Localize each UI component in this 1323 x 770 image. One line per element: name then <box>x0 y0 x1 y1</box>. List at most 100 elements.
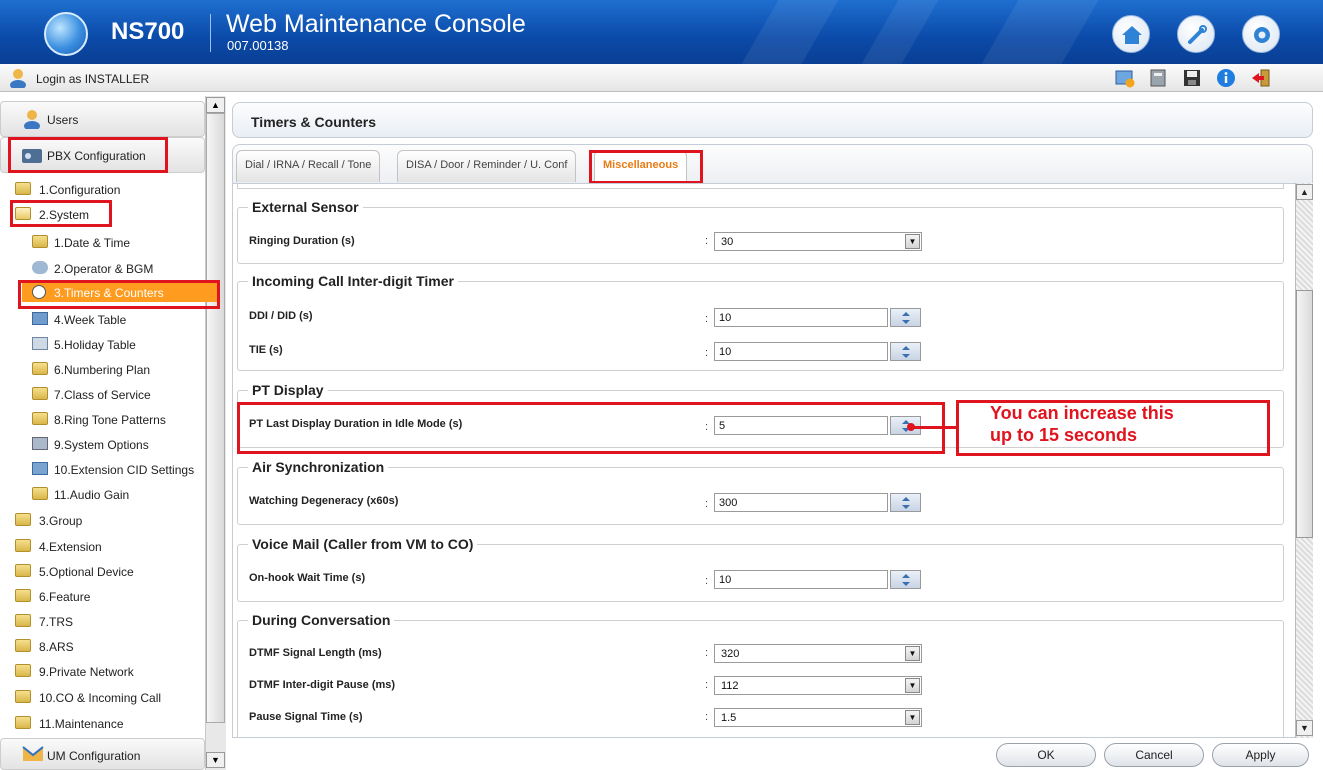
sidebar-item-extension[interactable]: 4.Extension <box>0 534 205 559</box>
sidebar-item-extension-cid[interactable]: 10.Extension CID Settings <box>0 457 205 482</box>
page-title: Timers & Counters <box>251 114 376 130</box>
sidebar-item-label: 7.Class of Service <box>54 388 151 402</box>
folder-icon <box>15 614 31 627</box>
sidebar-item-system-options[interactable]: 9.System Options <box>0 432 205 457</box>
sidebar-scroll-down[interactable]: ▼ <box>206 752 225 768</box>
field-separator: : <box>705 679 709 691</box>
form-content: External Sensor Ringing Duration (s) : 3… <box>232 183 1313 738</box>
sidebar-item-label: 4.Extension <box>39 540 102 554</box>
dtmf-signal-length-select[interactable]: 320 ▼ <box>714 644 922 663</box>
sidebar-scroll-thumb[interactable] <box>206 113 225 723</box>
phonebook-icon[interactable] <box>1148 68 1170 88</box>
watching-degeneracy-spinner[interactable] <box>890 493 921 512</box>
highlight-timers-counters <box>18 280 220 309</box>
watching-degeneracy-input[interactable]: 300 <box>714 493 888 512</box>
sidebar-item-operator-bgm[interactable]: 2.Operator & BGM <box>0 256 205 281</box>
sidebar-item-numbering-plan[interactable]: 6.Numbering Plan <box>0 357 205 382</box>
folder-icon <box>32 487 48 500</box>
sidebar-item-co-incoming[interactable]: 10.CO & Incoming Call <box>0 685 205 710</box>
onhook-wait-input[interactable]: 10 <box>714 570 888 589</box>
operator-icon <box>32 261 48 274</box>
folder-icon <box>32 235 48 248</box>
callout-text: You can increase this up to 15 seconds <box>990 402 1260 446</box>
field-label: Pause Signal Time (s) <box>249 711 363 723</box>
field-label: On-hook Wait Time (s) <box>249 572 366 584</box>
sidebar-scroll-up[interactable]: ▲ <box>206 97 225 113</box>
onhook-wait-spinner[interactable] <box>890 570 921 589</box>
sidebar-item-maintenance[interactable]: 11.Maintenance <box>0 711 205 736</box>
sidebar-item-configuration[interactable]: 1.Configuration <box>0 177 205 202</box>
tie-spinner[interactable] <box>890 342 921 361</box>
ok-button[interactable]: OK <box>996 743 1096 767</box>
sidebar-item-label: 1.Date & Time <box>54 236 131 250</box>
callout-line-2: up to 15 seconds <box>990 425 1138 445</box>
ringing-duration-select[interactable]: 30 ▼ <box>714 232 922 251</box>
sidebar-item-label: 8.ARS <box>39 640 74 654</box>
options-icon <box>32 437 48 450</box>
sidebar-item-label: 5.Holiday Table <box>54 338 136 352</box>
home-icon <box>1122 26 1142 44</box>
group-title: Incoming Call Inter-digit Timer <box>252 273 454 289</box>
cancel-button[interactable]: Cancel <box>1104 743 1204 767</box>
content-scroll-down[interactable]: ▼ <box>1296 720 1313 736</box>
sidebar-item-holiday-table[interactable]: 5.Holiday Table <box>0 332 205 357</box>
spinner-arrows-icon <box>902 497 910 509</box>
maintenance-icon[interactable] <box>1114 68 1136 88</box>
ddi-did-input[interactable]: 10 <box>714 308 888 327</box>
product-name: NS700 <box>111 18 185 45</box>
highlight-system <box>10 200 112 227</box>
sidebar-item-ars[interactable]: 8.ARS <box>0 634 205 659</box>
sidebar-item-week-table[interactable]: 4.Week Table <box>0 307 205 332</box>
group-title: Air Synchronization <box>252 459 385 475</box>
login-bar: Login as INSTALLER <box>0 64 1323 92</box>
field-separator: : <box>705 711 709 723</box>
field-separator: : <box>705 347 709 359</box>
content-scroll-up[interactable]: ▲ <box>1296 184 1313 200</box>
pause-signal-time-select[interactable]: 1.5 ▼ <box>714 708 922 727</box>
table-icon <box>32 312 48 325</box>
sidebar-item-trs[interactable]: 7.TRS <box>0 609 205 634</box>
field-separator: : <box>705 235 709 247</box>
group-voice-mail: Voice Mail (Caller from VM to CO) <box>237 536 1284 602</box>
folder-icon <box>32 362 48 375</box>
ddi-did-spinner[interactable] <box>890 308 921 327</box>
app-header: NS700 Web Maintenance Console 007.00138 <box>0 0 1323 64</box>
save-icon[interactable] <box>1181 68 1203 88</box>
um-icon <box>22 746 44 761</box>
sidebar-item-label: 9.System Options <box>54 438 149 452</box>
header-divider <box>210 14 211 52</box>
sidebar-item-label: 5.Optional Device <box>39 565 134 579</box>
tie-input[interactable]: 10 <box>714 342 888 361</box>
dtmf-interdigit-pause-select[interactable]: 112 ▼ <box>714 676 922 695</box>
home-button[interactable] <box>1112 15 1150 53</box>
info-icon[interactable] <box>1215 68 1237 88</box>
sidebar-item-label: 10.Extension CID Settings <box>54 463 195 477</box>
tab-dial-irna-recall-tone[interactable]: Dial / IRNA / Recall / Tone <box>236 150 381 182</box>
apply-button[interactable]: Apply <box>1212 743 1309 767</box>
sidebar-item-class-of-service[interactable]: 7.Class of Service <box>0 382 205 407</box>
folder-icon <box>15 664 31 677</box>
folder-icon <box>15 513 31 526</box>
field-separator: : <box>705 647 709 659</box>
sidebar-item-feature[interactable]: 6.Feature <box>0 584 205 609</box>
sidebar-item-private-network[interactable]: 9.Private Network <box>0 659 205 684</box>
sidebar-item-ring-tone-patterns[interactable]: 8.Ring Tone Patterns <box>0 407 205 432</box>
sidebar-item-optional-device[interactable]: 5.Optional Device <box>0 559 205 584</box>
tools-button[interactable] <box>1177 15 1215 53</box>
logout-icon[interactable] <box>1250 68 1272 88</box>
sidebar-item-label: 4.Week Table <box>54 313 127 327</box>
content-scroll-thumb[interactable] <box>1296 290 1313 538</box>
previous-group-edge <box>237 184 1284 189</box>
section-um-configuration[interactable]: UM Configuration <box>0 738 205 770</box>
group-title: PT Display <box>252 382 324 398</box>
sidebar-item-audio-gain[interactable]: 11.Audio Gain <box>0 482 205 507</box>
folder-icon <box>15 564 31 577</box>
tab-disa-door-reminder[interactable]: DISA / Door / Reminder / U. Conf <box>397 150 577 182</box>
sidebar-item-label: 2.Operator & BGM <box>54 262 154 276</box>
field-label: DTMF Inter-digit Pause (ms) <box>249 679 396 691</box>
callout-connector-line <box>912 426 956 429</box>
sidebar-item-group[interactable]: 3.Group <box>0 508 205 533</box>
section-users[interactable]: Users <box>0 101 205 137</box>
settings-button[interactable] <box>1242 15 1280 53</box>
sidebar-item-date-time[interactable]: 1.Date & Time <box>0 230 205 255</box>
